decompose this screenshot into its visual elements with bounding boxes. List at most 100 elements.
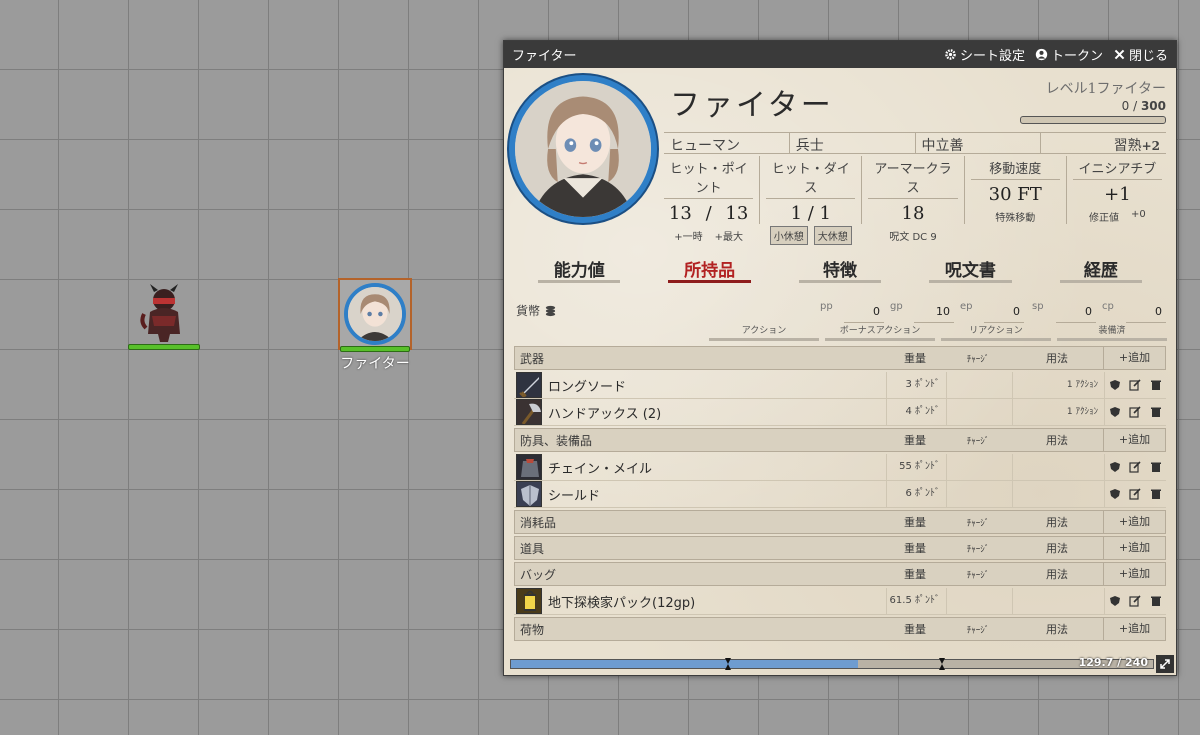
longsword-icon [516, 372, 542, 398]
armor-class-block: アーマークラス 18 呪文 DC 9 [862, 156, 965, 243]
coin-pp-code: pp [820, 301, 833, 312]
coin-cp-input[interactable]: 0 [1126, 305, 1166, 323]
proficiency-value: +2 [1141, 139, 1160, 153]
coin-sp-input[interactable]: 0 [1056, 305, 1096, 323]
add-item-button[interactable]: +追加 [1103, 429, 1165, 451]
race-field[interactable]: ヒューマン [664, 133, 790, 154]
item-charge [946, 481, 1012, 507]
tab-spellbook[interactable]: 呪文書 [905, 256, 1035, 284]
use-column-header: 用法 [1046, 623, 1068, 636]
equip-shield-icon[interactable] [1109, 595, 1121, 607]
xp-bar [1020, 116, 1166, 124]
inventory-item-row[interactable]: 地下探検家パック(12gp) 61.5 ﾎﾟﾝﾄﾞ [514, 588, 1166, 615]
alignment-field[interactable]: 中立善 [916, 133, 1042, 154]
use-column-header: 用法 [1046, 568, 1068, 581]
add-item-button[interactable]: +追加 [1103, 347, 1165, 369]
item-use[interactable]: 1 ｱｸｼｮﾝ [1012, 399, 1104, 425]
item-charge [946, 399, 1012, 425]
sheet-body: ファイター レベル1ファイター 0 / 300 ヒューマン 兵士 中立善 習熟+… [504, 68, 1176, 675]
coin-ep-input[interactable]: 0 [984, 305, 1024, 323]
edit-icon[interactable] [1129, 595, 1142, 607]
currency-row: 貨幣 pp 0 gp 10 ep 0 sp 0 cp 0 [516, 301, 1168, 325]
token-button[interactable]: トークン [1035, 45, 1103, 64]
character-sheet-window[interactable]: ファイター シート設定 トークン 閉じる ファイター レベル1ファイター 0 /… [503, 40, 1177, 676]
item-name[interactable]: シールド [542, 485, 886, 504]
fighter-token-portrait [344, 283, 406, 345]
filter-bonus-action[interactable]: ボーナスアクション [825, 323, 935, 341]
encumbrance-marker-icon [939, 658, 945, 670]
item-use[interactable] [1012, 588, 1104, 614]
tab-abilities[interactable]: 能力値 [514, 256, 644, 284]
window-titlebar[interactable]: ファイター シート設定 トークン 閉じる [504, 41, 1176, 68]
background-field[interactable]: 兵士 [790, 133, 916, 154]
speed-value[interactable]: 30 FT [965, 184, 1066, 205]
trash-icon[interactable] [1150, 406, 1162, 418]
inventory-item-row[interactable]: ロングソード 3 ﾎﾟﾝﾄﾞ 1 ｱｸｼｮﾝ [514, 372, 1166, 399]
hp-title: ヒット・ポイント [664, 158, 754, 199]
initiative-mod-value[interactable]: +0 [1131, 209, 1146, 224]
equip-shield-icon[interactable] [1109, 461, 1121, 473]
close-button[interactable]: 閉じる [1113, 45, 1168, 64]
sheet-settings-button[interactable]: シート設定 [944, 45, 1025, 64]
tab-inventory[interactable]: 所持品 [644, 256, 774, 284]
item-name[interactable]: チェイン・メイル [542, 458, 886, 477]
add-item-button[interactable]: +追加 [1103, 563, 1165, 585]
tab-features[interactable]: 特徴 [775, 256, 905, 284]
coin-pp-input[interactable]: 0 [844, 305, 884, 323]
long-rest-button[interactable]: 大休憩 [813, 226, 852, 245]
filter-equipped[interactable]: 装備済 [1057, 323, 1167, 341]
weight-column-header: 重量 [904, 568, 926, 581]
equip-shield-icon[interactable] [1109, 379, 1121, 391]
filter-reaction[interactable]: リアクション [941, 323, 1051, 341]
weight-column-header: 重量 [904, 434, 926, 447]
character-portrait[interactable] [509, 75, 657, 223]
edit-icon[interactable] [1129, 488, 1142, 500]
add-item-button[interactable]: +追加 [1103, 511, 1165, 533]
trash-icon[interactable] [1150, 595, 1162, 607]
item-name[interactable]: ハンドアックス (2) [542, 403, 886, 422]
fighter-token-label: ファイター [340, 356, 410, 372]
add-item-button[interactable]: +追加 [1103, 537, 1165, 559]
equip-shield-icon[interactable] [1109, 406, 1121, 418]
trash-icon[interactable] [1150, 488, 1162, 500]
special-movement[interactable]: 特殊移動 [965, 209, 1066, 224]
hp-max-button[interactable]: +最大 [715, 228, 743, 243]
edit-icon[interactable] [1129, 461, 1142, 473]
trash-icon[interactable] [1150, 461, 1162, 473]
inventory-item-row[interactable]: ハンドアックス (2) 4 ﾎﾟﾝﾄﾞ 1 ｱｸｼｮﾝ [514, 399, 1166, 426]
coin-gp-input[interactable]: 10 [914, 305, 954, 323]
tab-background[interactable]: 経歴 [1036, 256, 1166, 284]
item-use[interactable] [1012, 454, 1104, 480]
trash-icon[interactable] [1150, 379, 1162, 391]
item-name[interactable]: 地下探検家パック(12gp) [542, 592, 886, 611]
hp-current[interactable]: 13 [669, 203, 692, 224]
initiative-value[interactable]: +1 [1067, 184, 1168, 205]
coin-pp: pp 0 [820, 301, 884, 323]
item-weight: 3 ﾎﾟﾝﾄﾞ [886, 372, 946, 398]
short-rest-button[interactable]: 小休憩 [769, 226, 808, 245]
xp-separator: / [1129, 99, 1141, 113]
item-use[interactable] [1012, 481, 1104, 507]
inventory-item-row[interactable]: チェイン・メイル 55 ﾎﾟﾝﾄﾞ [514, 454, 1166, 481]
fighter-hp-bar [340, 346, 410, 352]
edit-icon[interactable] [1129, 379, 1142, 391]
armor-class-value[interactable]: 18 [862, 203, 963, 224]
inventory-item-row[interactable]: シールド 6 ﾎﾟﾝﾄﾞ [514, 481, 1166, 508]
fighter-token[interactable] [338, 278, 412, 352]
section-name: 武器 [520, 351, 545, 366]
item-use[interactable]: 1 ｱｸｼｮﾝ [1012, 372, 1104, 398]
add-item-button[interactable]: +追加 [1103, 618, 1165, 640]
encumbrance-text: 129.7 / 240 [1078, 656, 1148, 669]
resize-handle[interactable] [1156, 655, 1174, 673]
speed-title: 移動速度 [970, 158, 1060, 180]
filter-action[interactable]: アクション [709, 323, 819, 341]
hp-temp-button[interactable]: +一時 [674, 228, 702, 243]
equip-shield-icon[interactable] [1109, 488, 1121, 500]
edit-icon[interactable] [1129, 406, 1142, 418]
monster-token[interactable] [128, 282, 200, 352]
monster-figure-icon [140, 284, 180, 342]
hit-dice-value[interactable]: 1 / 1 [760, 203, 861, 224]
use-column-header: 用法 [1046, 352, 1068, 365]
item-name[interactable]: ロングソード [542, 376, 886, 395]
character-name[interactable]: ファイター [670, 80, 834, 124]
